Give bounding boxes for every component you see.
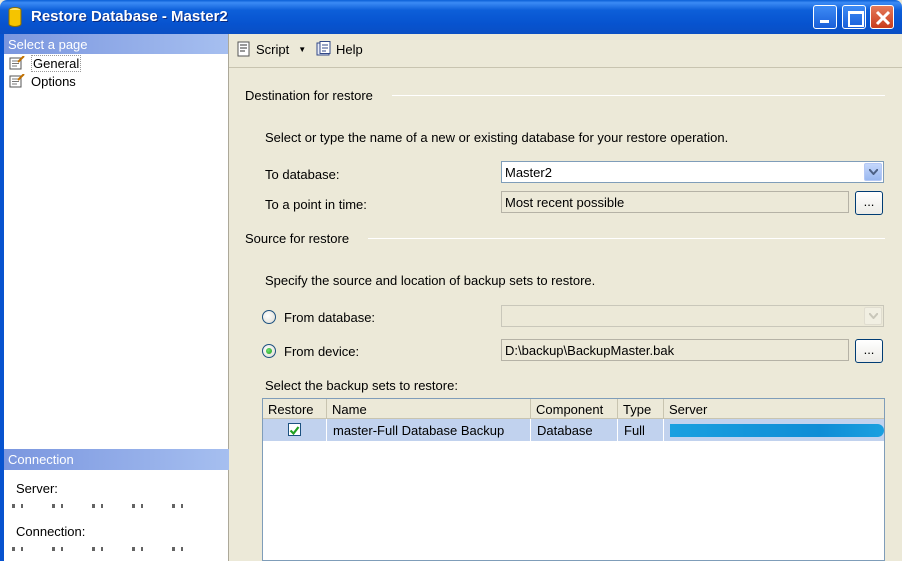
checkmark-icon: [289, 426, 300, 436]
type-cell: Full: [618, 419, 664, 441]
backup-name-cell: master-Full Database Backup: [327, 419, 531, 441]
server-label: Server:: [16, 481, 58, 496]
restore-checkbox[interactable]: [288, 423, 301, 436]
left-pane: Select a page General Options Connection…: [4, 34, 229, 561]
backup-sets-label: Select the backup sets to restore:: [265, 378, 458, 393]
source-section-title: Source for restore: [245, 231, 350, 246]
restore-cell[interactable]: [263, 419, 327, 441]
point-in-time-field: Most recent possible: [501, 191, 849, 213]
connection-header: Connection: [4, 449, 229, 470]
page-item-options[interactable]: Options: [4, 72, 228, 90]
server-value-redacted: [670, 424, 884, 437]
maximize-button[interactable]: [842, 5, 866, 29]
component-cell: Database: [531, 419, 618, 441]
source-instructions: Specify the source and location of backu…: [265, 273, 596, 288]
server-cell: [664, 419, 884, 441]
section-divider: [368, 238, 885, 239]
point-in-time-label: To a point in time:: [265, 197, 367, 212]
table-row[interactable]: master-Full Database Backup Database Ful…: [263, 419, 884, 441]
window-title: Restore Database - Master2: [31, 8, 228, 25]
minimize-button[interactable]: [813, 5, 837, 29]
close-icon: [875, 10, 891, 26]
help-icon: [316, 41, 332, 57]
page-item-label: General: [31, 54, 82, 72]
connection-value-redacted: [12, 547, 212, 551]
script-label: Script: [256, 41, 290, 57]
from-database-combo: [501, 305, 884, 327]
right-pane: Script ▼ Help Destination for restore Se…: [229, 34, 902, 561]
from-device-browse-button[interactable]: ...: [855, 339, 883, 363]
dropdown-arrow-icon[interactable]: [864, 163, 882, 181]
page-item-label: Options: [31, 73, 76, 89]
dropdown-arrow-icon[interactable]: ▼: [298, 45, 306, 54]
grid-header: Restore Name Component Type Server: [263, 399, 884, 419]
section-divider: [392, 95, 885, 96]
from-device-label[interactable]: From device:: [284, 344, 359, 359]
column-header-name[interactable]: Name: [327, 399, 531, 419]
point-in-time-browse-button[interactable]: ...: [855, 191, 883, 215]
help-label: Help: [336, 41, 363, 57]
server-value-redacted: [12, 504, 212, 508]
to-database-label: To database:: [265, 167, 340, 182]
destination-instructions: Select or type the name of a new or exis…: [265, 130, 729, 145]
script-icon: [236, 41, 252, 57]
page-icon: [9, 73, 25, 88]
select-page-header: Select a page: [4, 34, 228, 54]
close-button[interactable]: [870, 5, 894, 29]
from-database-radio[interactable]: [262, 310, 276, 324]
dropdown-arrow-icon: [864, 307, 882, 325]
connection-label: Connection:: [16, 524, 86, 539]
column-header-component[interactable]: Component: [531, 399, 618, 419]
from-database-label[interactable]: From database:: [284, 310, 375, 325]
title-bar[interactable]: Restore Database - Master2: [0, 0, 902, 34]
toolbar: Script ▼ Help: [229, 34, 902, 68]
to-database-value: Master2: [505, 165, 552, 180]
page-item-general[interactable]: General: [4, 54, 228, 72]
point-in-time-value: Most recent possible: [505, 195, 625, 210]
script-button[interactable]: Script ▼: [236, 41, 306, 57]
backup-sets-grid[interactable]: Restore Name Component Type Server maste…: [262, 398, 885, 561]
database-icon: [8, 7, 22, 27]
column-header-restore[interactable]: Restore: [263, 399, 327, 419]
from-device-field: D:\backup\BackupMaster.bak: [501, 339, 849, 361]
from-device-value: D:\backup\BackupMaster.bak: [505, 343, 675, 358]
column-header-server[interactable]: Server: [664, 399, 884, 419]
help-button[interactable]: Help: [316, 41, 363, 57]
to-database-combo[interactable]: Master2: [501, 161, 884, 183]
destination-section-title: Destination for restore: [245, 88, 373, 103]
column-header-type[interactable]: Type: [618, 399, 664, 419]
from-device-radio[interactable]: [262, 344, 276, 358]
page-icon: [9, 55, 25, 70]
